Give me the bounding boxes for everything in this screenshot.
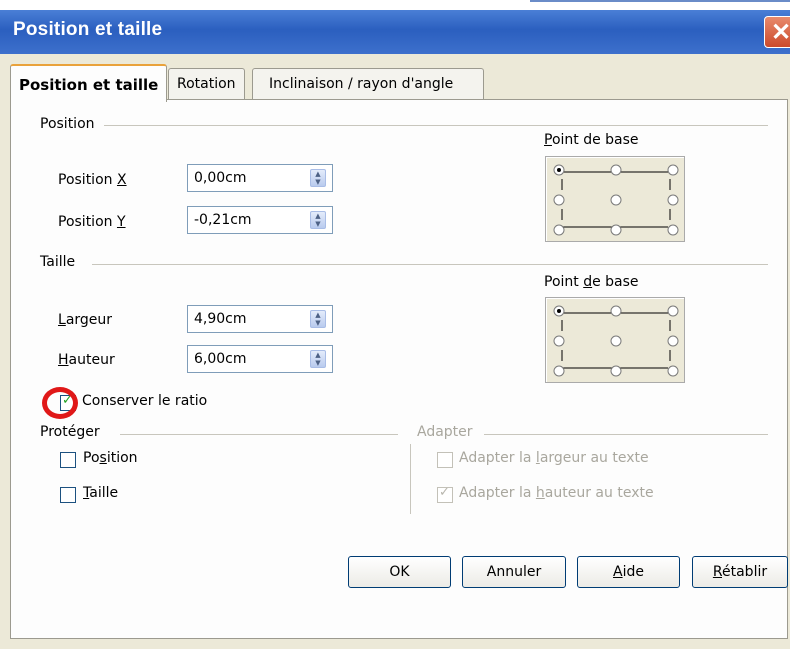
- width-label: Largeur: [58, 312, 113, 328]
- window-top-border: [530, 0, 790, 10]
- position-y-label: Position Y: [58, 214, 126, 230]
- close-button[interactable]: ✕: [764, 16, 790, 48]
- help-button[interactable]: Aide: [577, 556, 680, 588]
- keep-ratio-label[interactable]: Conserver le ratio: [82, 393, 207, 409]
- height-stepper[interactable]: 6,00cm ▲ ▼: [187, 345, 333, 373]
- position-y-stepper[interactable]: -0,21cm ▲ ▼: [187, 206, 333, 234]
- protect-divider: [120, 434, 398, 435]
- base-point-radio-grid: [553, 305, 679, 377]
- close-icon: ✕: [771, 19, 790, 46]
- protect-size-checkbox[interactable]: [60, 487, 76, 503]
- position-base-point-label: Point de base: [544, 132, 639, 148]
- position-y-value: -0,21cm: [194, 212, 252, 228]
- adapt-section-label: Adapter: [417, 424, 473, 440]
- position-x-value: 0,00cm: [194, 170, 247, 186]
- protect-section-label: Protéger: [40, 424, 100, 440]
- position-x-stepper[interactable]: 0,00cm ▲ ▼: [187, 164, 333, 192]
- ok-button[interactable]: OK: [348, 556, 451, 588]
- base-point-radio-grid: [553, 164, 679, 236]
- size-base-point-grid[interactable]: [545, 297, 685, 383]
- highlight-circle: [42, 387, 78, 419]
- adapt-divider: [484, 434, 768, 435]
- reset-button[interactable]: Rétablir: [692, 556, 788, 588]
- tab-position-taille[interactable]: Position et taille: [10, 64, 168, 102]
- protect-size-label[interactable]: Taille: [83, 485, 118, 501]
- spin-arrows-icon[interactable]: ▲ ▼: [310, 350, 326, 368]
- adapt-width-label[interactable]: Adapter la largeur au texte: [459, 450, 649, 466]
- position-divider: [104, 125, 768, 126]
- position-base-point-grid[interactable]: [545, 156, 685, 242]
- title-bar[interactable]: Position et taille ✕: [0, 10, 790, 54]
- dialog-body: Position et taille Rotation Inclinaison …: [0, 54, 790, 649]
- spin-arrows-icon[interactable]: ▲ ▼: [310, 310, 326, 328]
- adapt-height-checkbox[interactable]: ✓: [437, 485, 453, 503]
- width-stepper[interactable]: 4,90cm ▲ ▼: [187, 305, 333, 333]
- checkmark-icon: ✓: [439, 485, 450, 500]
- spin-arrows-icon[interactable]: ▲ ▼: [310, 211, 326, 229]
- adapt-vertical-divider: [410, 444, 411, 514]
- spin-arrows-icon[interactable]: ▲ ▼: [310, 169, 326, 187]
- position-section-label: Position: [40, 116, 95, 132]
- position-x-label: Position X: [58, 172, 127, 188]
- tab-inclinaison[interactable]: Inclinaison / rayon d'angle: [252, 68, 484, 101]
- size-base-point-label: Point de base: [544, 274, 639, 290]
- size-section-label: Taille: [40, 254, 76, 270]
- width-value: 4,90cm: [194, 311, 247, 327]
- cancel-button[interactable]: Annuler: [462, 556, 566, 588]
- height-value: 6,00cm: [194, 351, 247, 367]
- window-title: Position et taille: [13, 19, 163, 40]
- height-label: Hauteur: [58, 352, 115, 368]
- tab-rotation[interactable]: Rotation: [168, 68, 245, 101]
- protect-position-label[interactable]: Position: [83, 450, 138, 466]
- size-divider: [92, 264, 768, 265]
- adapt-width-checkbox[interactable]: [437, 452, 453, 468]
- adapt-height-label[interactable]: Adapter la hauteur au texte: [459, 485, 654, 501]
- protect-position-checkbox[interactable]: [60, 452, 76, 468]
